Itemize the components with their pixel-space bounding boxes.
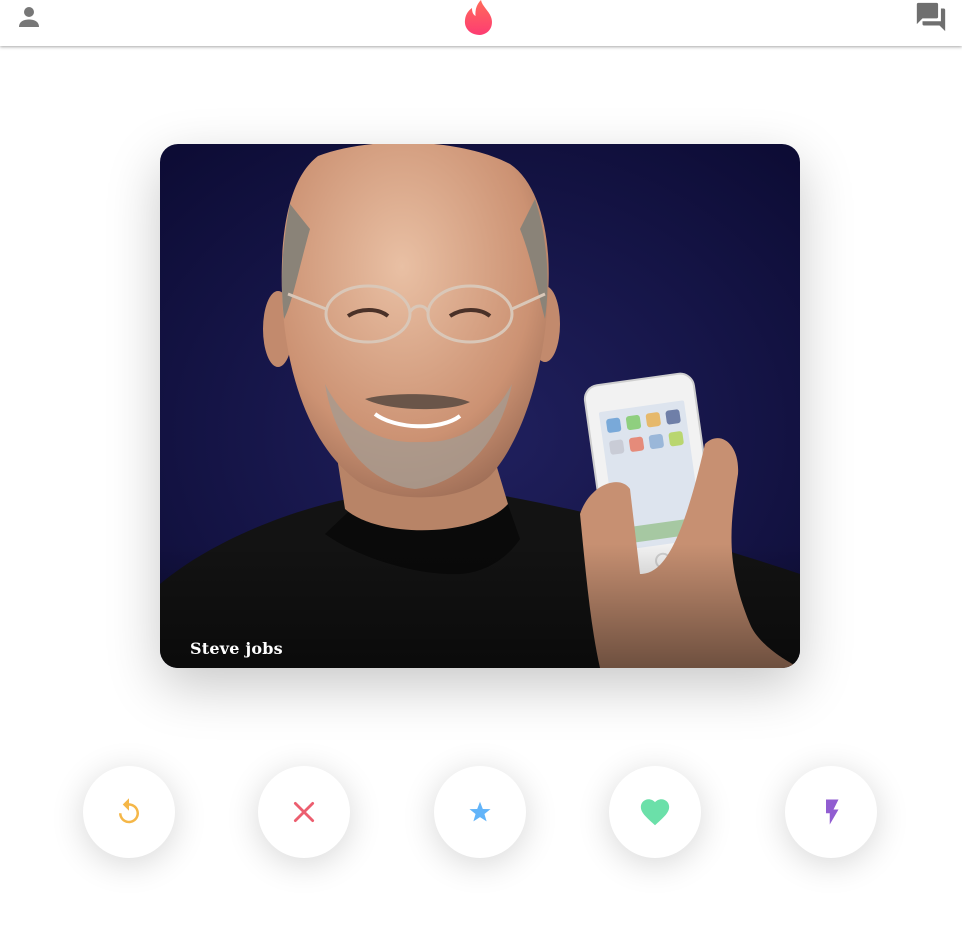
- rewind-button[interactable]: [83, 766, 175, 858]
- forum-icon[interactable]: [912, 0, 950, 34]
- profile-card[interactable]: Steve jobs: [160, 144, 800, 668]
- like-button[interactable]: [609, 766, 701, 858]
- star-icon: [469, 801, 491, 822]
- boost-button[interactable]: [785, 766, 877, 858]
- nope-button[interactable]: [258, 766, 350, 858]
- person-icon[interactable]: [14, 2, 44, 32]
- flame-icon[interactable]: [460, 0, 500, 38]
- flash-icon: [826, 799, 839, 825]
- profile-name: Steve jobs: [190, 639, 283, 658]
- top-bar: [0, 0, 962, 46]
- heart-icon: [640, 799, 670, 826]
- replay-icon: [119, 798, 139, 824]
- super-like-button[interactable]: [434, 766, 526, 858]
- profile-photo: [160, 144, 800, 668]
- close-icon: [293, 801, 315, 823]
